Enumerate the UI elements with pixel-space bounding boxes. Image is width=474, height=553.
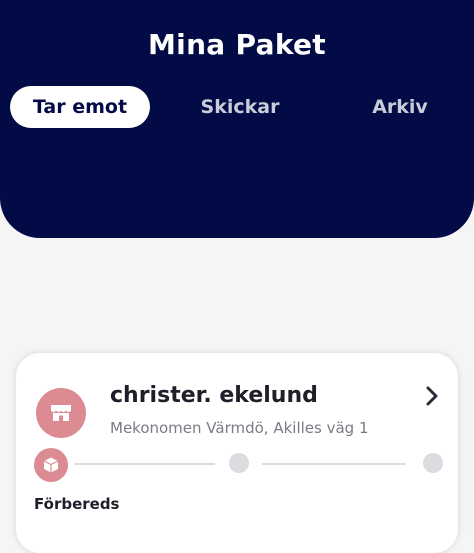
parcel-card[interactable]: christer. ekelund Mekonomen Värmdö, Akil… <box>16 353 458 553</box>
page-title: Mina Paket <box>148 28 326 61</box>
tab-skickar[interactable]: Skickar <box>170 86 310 128</box>
pickup-location: Mekonomen Värmdö, Akilles väg 1 <box>110 419 369 437</box>
progress-line-2 <box>262 463 406 465</box>
tab-arkiv[interactable]: Arkiv <box>330 86 470 128</box>
package-icon <box>34 448 68 482</box>
progress-step-2 <box>229 453 249 473</box>
status-label: Förbereds <box>34 495 120 513</box>
progress-line-1 <box>74 463 215 465</box>
store-icon <box>36 388 86 438</box>
header: Mina Paket Tar emot Skickar Arkiv <box>0 0 474 238</box>
chevron-right-icon[interactable] <box>420 383 444 409</box>
tab-tar-emot[interactable]: Tar emot <box>10 86 150 128</box>
sender-name: christer. ekelund <box>110 383 318 408</box>
progress-step-3 <box>423 453 443 473</box>
